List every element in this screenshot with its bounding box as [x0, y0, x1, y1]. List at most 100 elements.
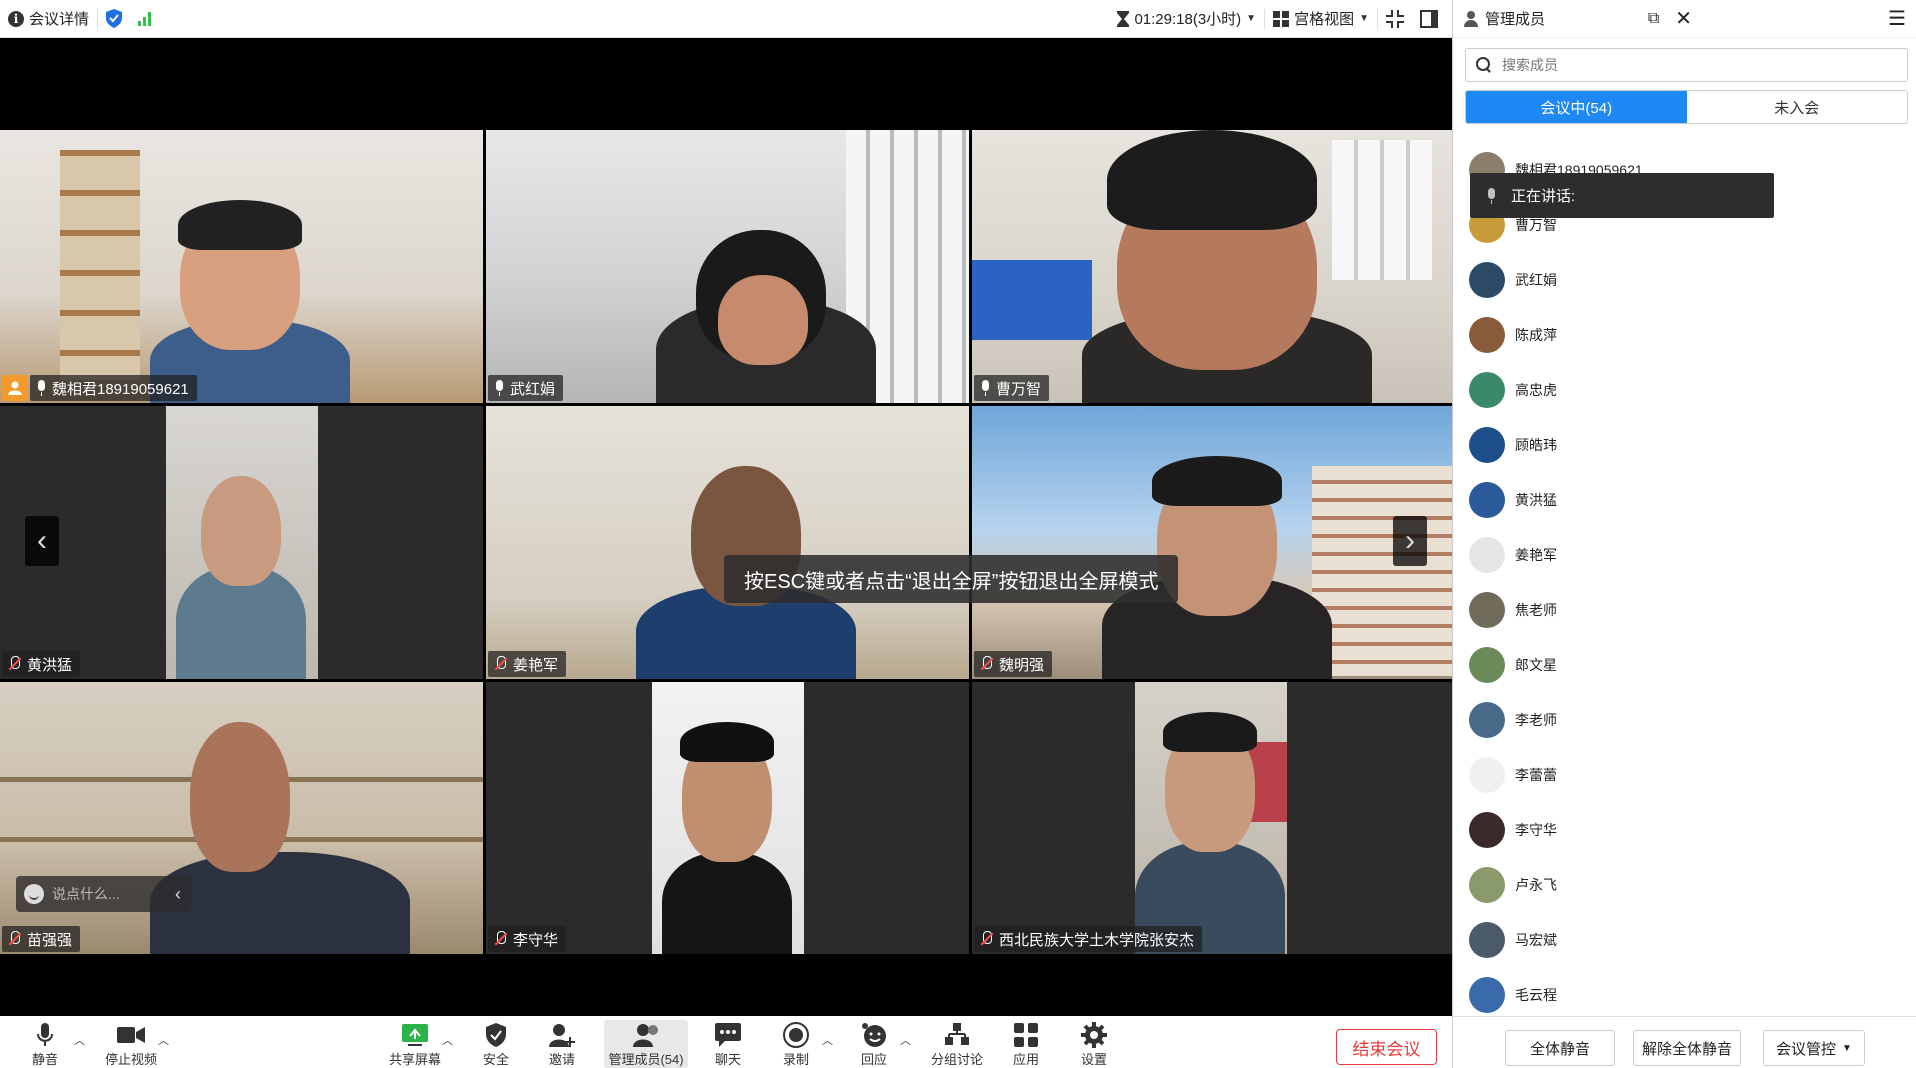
breakout-rooms-button[interactable]: 分组讨论 [924, 1020, 990, 1068]
mute-all-button[interactable]: 全体静音 [1505, 1030, 1615, 1066]
chevron-up-icon[interactable]: ︿ [822, 1032, 833, 1048]
video-tile[interactable]: 李守华 [486, 682, 969, 954]
unmute-all-button[interactable]: 解除全体静音 [1633, 1030, 1741, 1066]
view-mode-selector[interactable]: 宫格视图 ▼ [1265, 0, 1377, 37]
member-row[interactable]: 郎文星 [1453, 637, 1916, 692]
member-row[interactable]: 李蕾蕾 [1453, 747, 1916, 802]
search-icon [1476, 57, 1492, 73]
previous-page-button[interactable]: ‹ [25, 516, 59, 566]
exit-fullscreen-button[interactable] [1378, 0, 1412, 37]
participant-name: 苗强强 [27, 931, 73, 949]
chevron-down-icon: ▼ [1246, 13, 1257, 24]
avatar [1469, 591, 1505, 628]
tab-not-joined[interactable]: 未入会 [1687, 91, 1908, 123]
apps-button[interactable]: 应用 [1004, 1020, 1048, 1068]
chevron-down-icon: ▼ [1359, 13, 1369, 24]
menu-icon[interactable]: ☰ [1888, 6, 1906, 31]
video-tile[interactable]: 西北民族大学土木学院张安杰 [972, 682, 1452, 954]
microphone-icon [980, 380, 991, 396]
member-row[interactable]: 焦老师 [1453, 582, 1916, 637]
chevron-up-icon[interactable]: ︿ [442, 1032, 453, 1048]
video-tile[interactable]: 武红娟 [486, 130, 969, 403]
chat-button[interactable]: 聊天 [706, 1020, 750, 1068]
speaking-label: 正在讲话: [1511, 188, 1576, 205]
member-row[interactable]: 姜艳军 [1453, 527, 1916, 582]
share-screen-button[interactable]: 共享屏幕 [382, 1020, 448, 1068]
member-row[interactable]: 李老师 [1453, 692, 1916, 747]
close-icon[interactable]: ✕ [1675, 6, 1692, 31]
member-row[interactable]: 李守华 [1453, 802, 1916, 857]
settings-button[interactable]: 设置 [1072, 1020, 1116, 1068]
participant-name: 李守华 [513, 931, 559, 949]
next-page-button[interactable]: › [1393, 516, 1427, 566]
member-row[interactable]: 黄洪猛 [1453, 472, 1916, 527]
reaction-button[interactable]: 回应 [852, 1020, 896, 1068]
shield-icon [106, 9, 123, 28]
gear-icon [1081, 1021, 1107, 1048]
camera-icon [117, 1026, 145, 1043]
video-feed [1135, 682, 1287, 954]
stop-video-button[interactable]: 停止视频 [96, 1020, 166, 1068]
manage-members-button[interactable]: 管理成员(54) [604, 1020, 688, 1068]
member-row[interactable]: 卢永飞 [1453, 857, 1916, 912]
video-tile[interactable]: 黄洪猛 [0, 406, 483, 679]
breakout-icon [945, 1022, 969, 1045]
person-hair [1152, 456, 1282, 506]
member-row[interactable]: 高忠虎 [1453, 362, 1916, 417]
member-row[interactable]: 武红娟 [1453, 252, 1916, 307]
grid-view-icon [1273, 10, 1290, 27]
video-grid: 魏相君18919059621 武红娟 曹万智 黄洪猛 姜艳军 魏明强 苗强强 李… [0, 38, 1452, 1016]
member-row[interactable]: 顾皓玮 [1453, 417, 1916, 472]
member-row[interactable]: 陈成萍 [1453, 307, 1916, 362]
participant-name: 魏明强 [999, 656, 1045, 674]
meeting-timer[interactable]: 01:29:18(3小时) ▼ [1109, 0, 1264, 37]
reaction-label: 回应 [860, 1052, 887, 1067]
members-label: 管理成员(54) [608, 1052, 684, 1067]
participant-name-tag: 魏相君18919059621 [30, 375, 197, 401]
toggle-sidebar-button[interactable] [1412, 0, 1452, 37]
security-button[interactable]: 安全 [474, 1020, 518, 1068]
invite-button[interactable]: 邀请 [540, 1020, 584, 1068]
participant-name-tag: 李守华 [488, 926, 567, 952]
popout-icon[interactable]: ⧉ [1648, 10, 1659, 28]
quick-chat-input[interactable]: 说点什么... ‹ [16, 876, 191, 912]
participant-name-tag: 武红娟 [488, 375, 564, 401]
member-name: 马宏斌 [1515, 931, 1557, 948]
meeting-control-button[interactable]: 会议管控 ▼ [1763, 1030, 1865, 1066]
panel-header: 管理成员 ⧉ ✕ ☰ [1453, 0, 1916, 38]
view-mode-label: 宫格视图 [1294, 11, 1355, 28]
member-row[interactable]: 马宏斌 [1453, 912, 1916, 967]
network-status[interactable] [130, 0, 159, 37]
video-tile[interactable]: 曹万智 [972, 130, 1452, 403]
sofa [972, 260, 1092, 340]
mute-button[interactable]: 静音 [20, 1020, 70, 1068]
security-status[interactable] [98, 0, 130, 37]
record-label: 录制 [782, 1052, 809, 1067]
chevron-up-icon[interactable]: ︿ [74, 1032, 85, 1048]
video-tile[interactable]: 魏明强 [972, 406, 1452, 679]
person-hair [680, 722, 774, 762]
participant-name-tag: 苗强强 [2, 926, 81, 952]
participant-name: 西北民族大学土木学院张安杰 [999, 931, 1195, 949]
share-screen-label: 共享屏幕 [388, 1052, 441, 1067]
avatar [1469, 921, 1505, 958]
video-tile[interactable]: 姜艳军 [486, 406, 969, 679]
reaction-icon [862, 1022, 886, 1047]
meeting-info-button[interactable]: i 会议详情 [0, 0, 97, 37]
avatar [1469, 316, 1505, 353]
chevron-left-icon[interactable]: ‹ [175, 884, 191, 905]
record-button[interactable]: 录制 [774, 1020, 818, 1068]
chat-placeholder: 说点什么... [52, 886, 120, 902]
video-tile[interactable]: 魏相君18919059621 [0, 130, 483, 403]
video-tile[interactable]: 苗强强 [0, 682, 483, 954]
settings-label: 设置 [1080, 1052, 1107, 1067]
member-search[interactable] [1465, 48, 1908, 82]
search-input[interactable] [1502, 57, 1802, 73]
chevron-up-icon[interactable]: ︿ [158, 1032, 169, 1048]
member-row[interactable]: 毛云程 [1453, 967, 1916, 1022]
member-name: 武红娟 [1515, 271, 1557, 288]
end-meeting-button[interactable]: 结束会议 [1336, 1029, 1437, 1065]
chevron-up-icon[interactable]: ︿ [900, 1032, 911, 1048]
tab-in-meeting[interactable]: 会议中(54) [1466, 91, 1687, 123]
person-hair [178, 200, 302, 250]
